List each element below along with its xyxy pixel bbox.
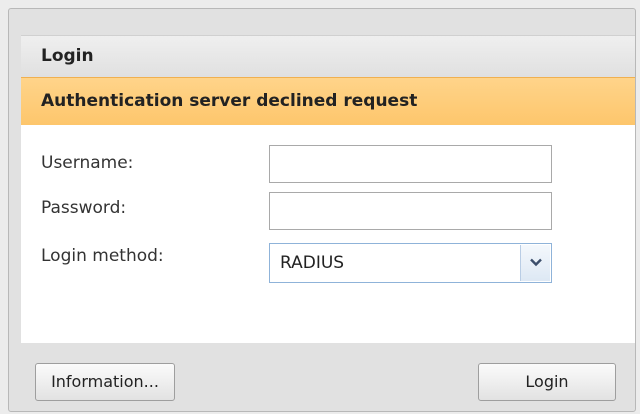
login-method-selected-value: RADIUS xyxy=(280,253,345,273)
login-method-select[interactable]: RADIUS xyxy=(269,243,552,283)
error-alert-message: Authentication server declined request xyxy=(41,91,418,111)
password-label: Password: xyxy=(41,198,127,218)
login-form: Username: Password: Login method: RADIUS xyxy=(21,125,635,343)
username-input[interactable] xyxy=(269,145,552,183)
dropdown-arrow-button[interactable] xyxy=(520,245,550,281)
login-button[interactable]: Login xyxy=(478,363,616,401)
chevron-down-icon xyxy=(530,258,542,267)
dialog-title: Login xyxy=(41,46,94,66)
information-button[interactable]: Information... xyxy=(35,363,175,401)
error-alert-bar: Authentication server declined request xyxy=(21,77,635,125)
username-label: Username: xyxy=(41,153,134,173)
password-input[interactable] xyxy=(269,192,552,230)
dialog-title-bar: Login xyxy=(21,35,635,77)
login-dialog: Login Authentication server declined req… xyxy=(8,8,636,412)
login-method-label: Login method: xyxy=(41,246,164,266)
